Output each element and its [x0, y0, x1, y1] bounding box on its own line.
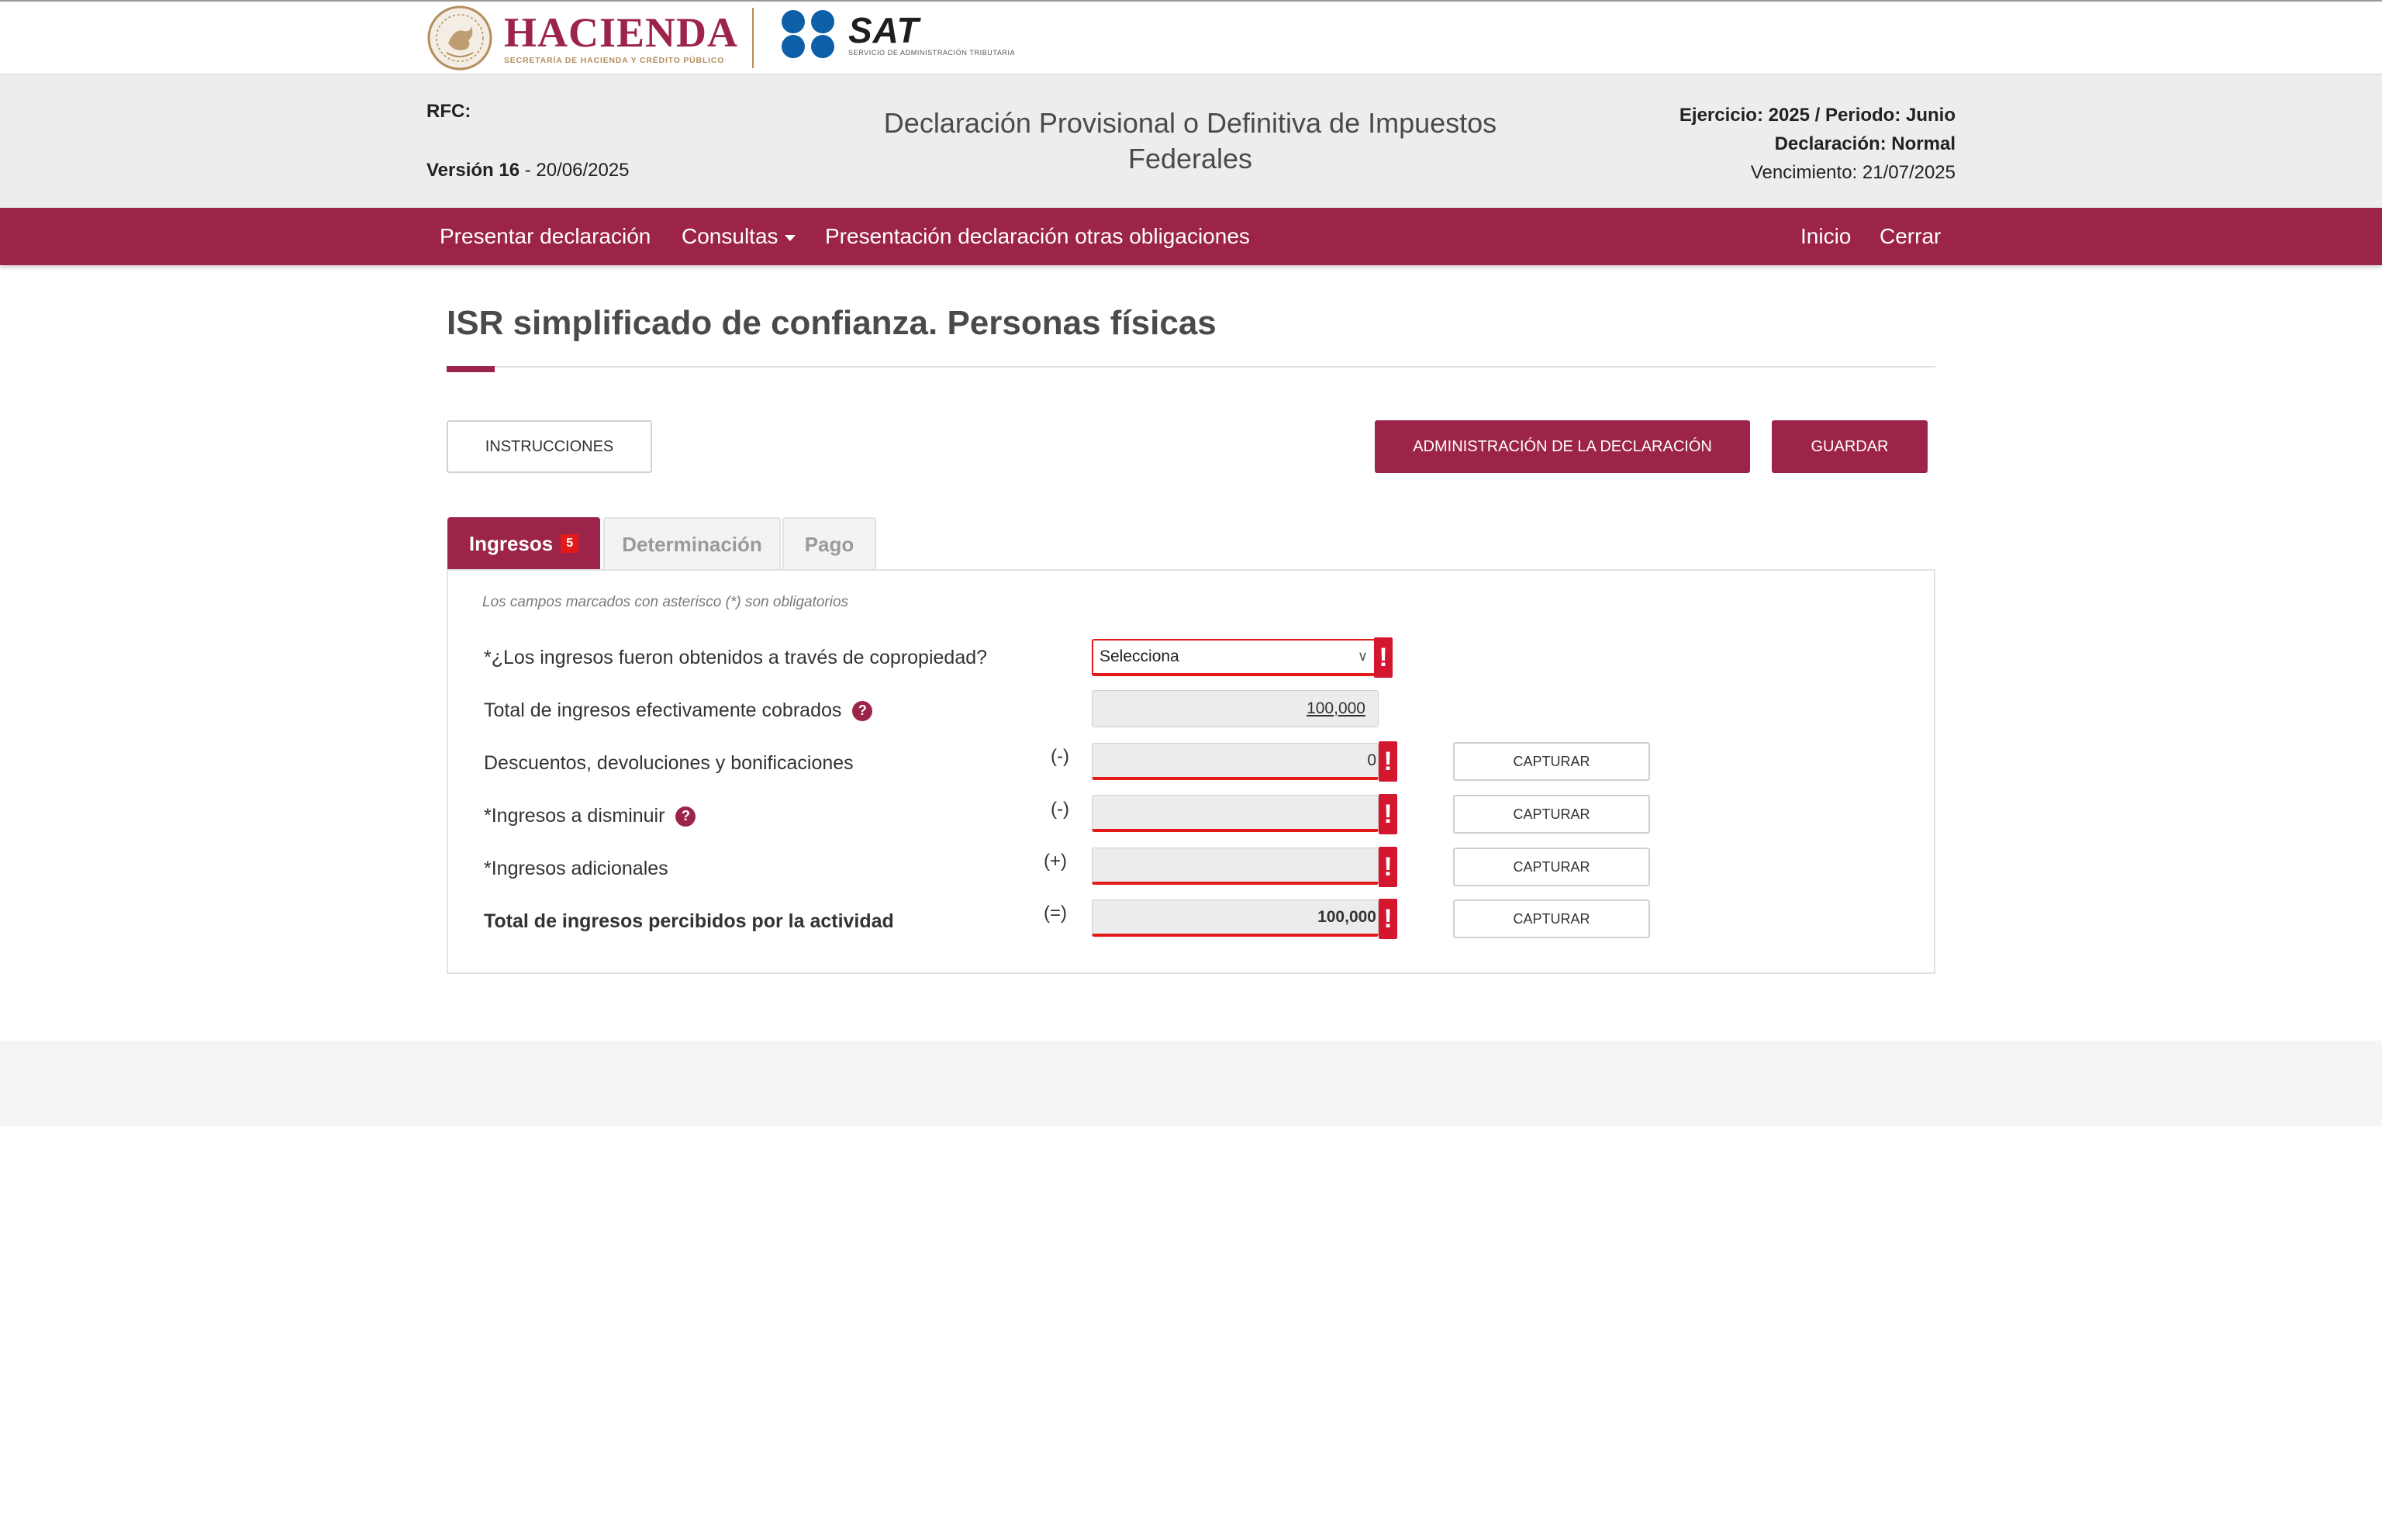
declaration-title: Declaración Provisional o Definitiva de … — [883, 107, 1497, 174]
error-count-badge: 5 — [561, 534, 579, 553]
main-nav-bar: Presentar declaración Consultas Presenta… — [0, 208, 2382, 265]
hacienda-subtitle: SECRETARÍA DE HACIENDA Y CRÉDITO PÚBLICO — [504, 56, 725, 65]
nav-presentar-declaracion[interactable]: Presentar declaración — [440, 208, 651, 265]
capturar-descuentos-button[interactable]: CAPTURAR — [1453, 742, 1650, 781]
caret-down-icon — [784, 234, 796, 241]
hacienda-wordmark: HACIENDA — [504, 9, 739, 56]
descuentos-sign: (-) — [1051, 746, 1069, 767]
version-label: Versión 16 — [426, 160, 520, 181]
ejercicio-periodo: Ejercicio: 2025 / Periodo: Junio — [1679, 105, 1956, 126]
disminuir-field[interactable] — [1092, 795, 1379, 832]
page-title: ISR simplificado de confianza. Personas … — [447, 304, 1217, 342]
error-alert-icon: ! — [1379, 899, 1397, 939]
footer-band — [0, 1041, 2382, 1126]
error-alert-icon: ! — [1379, 847, 1397, 887]
help-circle-icon[interactable]: ? — [852, 700, 873, 721]
descuentos-label: Descuentos, devoluciones y bonificacione… — [484, 752, 854, 774]
chevron-down-icon: ∨ — [1357, 648, 1368, 664]
error-alert-icon: ! — [1379, 741, 1397, 782]
descuentos-field[interactable]: 0 — [1092, 743, 1379, 780]
total-cobrados-label: Total de ingresos efectivamente cobrados — [484, 699, 842, 721]
nav-otras-obligaciones[interactable]: Presentación declaración otras obligacio… — [825, 208, 1250, 265]
descuentos-value: 0 — [1367, 751, 1376, 769]
nav-inicio[interactable]: Inicio — [1800, 208, 1851, 265]
error-alert-icon: ! — [1379, 794, 1397, 834]
total-percibidos-value: 100,000 — [1317, 907, 1376, 926]
total-percibidos-label: Total de ingresos percibidos por la acti… — [484, 910, 894, 932]
help-circle-icon[interactable]: ? — [675, 806, 696, 827]
instrucciones-button[interactable]: INSTRUCCIONES — [447, 420, 652, 473]
sat-logo[interactable]: SAT SERVICIO DE ADMINISTRACIÓN TRIBUTARI… — [780, 9, 1015, 59]
disminuir-label: *Ingresos a disminuir — [484, 805, 665, 827]
error-alert-icon: ! — [1374, 637, 1393, 678]
rfc-label: RFC: — [426, 101, 471, 122]
tab-ingresos[interactable]: Ingresos 5 — [447, 517, 600, 570]
administracion-declaracion-button[interactable]: ADMINISTRACIÓN DE LA DECLARACIÓN — [1375, 420, 1750, 473]
declaracion-tipo: Declaración: Normal — [1774, 133, 1956, 154]
title-divider — [447, 366, 1935, 368]
total-percibidos-field[interactable]: 100,000 — [1092, 899, 1379, 937]
capturar-adicionales-button[interactable]: CAPTURAR — [1453, 848, 1650, 886]
total-cobrados-field[interactable]: 100,000 — [1092, 690, 1379, 727]
adicionales-field[interactable] — [1092, 848, 1379, 885]
copropiedad-select[interactable]: Selecciona ∨ — [1092, 639, 1376, 676]
nav-consultas-dropdown[interactable]: Consultas — [682, 208, 796, 265]
tab-determinacion[interactable]: Determinación — [603, 517, 781, 570]
tab-ingresos-label: Ingresos — [468, 531, 554, 555]
capturar-disminuir-button[interactable]: CAPTURAR — [1453, 795, 1650, 834]
nav-cerrar[interactable]: Cerrar — [1880, 208, 1941, 265]
version-line: Versión 16 - 20/06/2025 — [426, 160, 630, 181]
logo-divider — [752, 8, 754, 68]
sat-dots-icon — [782, 10, 834, 58]
vencimiento: Vencimiento: 21/07/2025 — [1750, 162, 1956, 183]
tab-pago[interactable]: Pago — [782, 517, 876, 570]
adicionales-sign: (+) — [1044, 851, 1067, 872]
sat-subtitle: SERVICIO DE ADMINISTRACIÓN TRIBUTARIA — [848, 48, 1016, 57]
disminuir-row-label: *Ingresos a disminuir? — [484, 805, 696, 827]
top-logo-bar: HACIENDA SECRETARÍA DE HACIENDA Y CRÉDIT… — [0, 0, 2382, 74]
version-date: - 20/06/2025 — [520, 160, 630, 181]
required-fields-hint: Los campos marcados con asterisco (*) so… — [482, 594, 849, 610]
mexico-seal-icon — [427, 5, 492, 71]
period-info: Ejercicio: 2025 / Periodo: Junio Declara… — [1679, 101, 1956, 187]
disminuir-sign: (-) — [1051, 799, 1069, 820]
title-accent-bar — [447, 366, 495, 372]
total-cobrados-value: 100,000 — [1307, 699, 1365, 717]
hacienda-logo[interactable]: HACIENDA SECRETARÍA DE HACIENDA Y CRÉDIT… — [423, 5, 738, 71]
sat-wordmark: SAT — [848, 9, 920, 50]
total-percibidos-sign: (=) — [1044, 903, 1067, 924]
copropiedad-selected-value: Selecciona — [1100, 647, 1179, 665]
guardar-button[interactable]: GUARDAR — [1772, 420, 1928, 473]
capturar-total-button[interactable]: CAPTURAR — [1453, 899, 1650, 938]
copropiedad-label: *¿Los ingresos fueron obtenidos a través… — [484, 647, 988, 668]
nav-consultas-label: Consultas — [682, 224, 778, 248]
adicionales-label: *Ingresos adicionales — [484, 858, 668, 879]
total-cobrados-row-label: Total de ingresos efectivamente cobrados… — [484, 699, 873, 722]
